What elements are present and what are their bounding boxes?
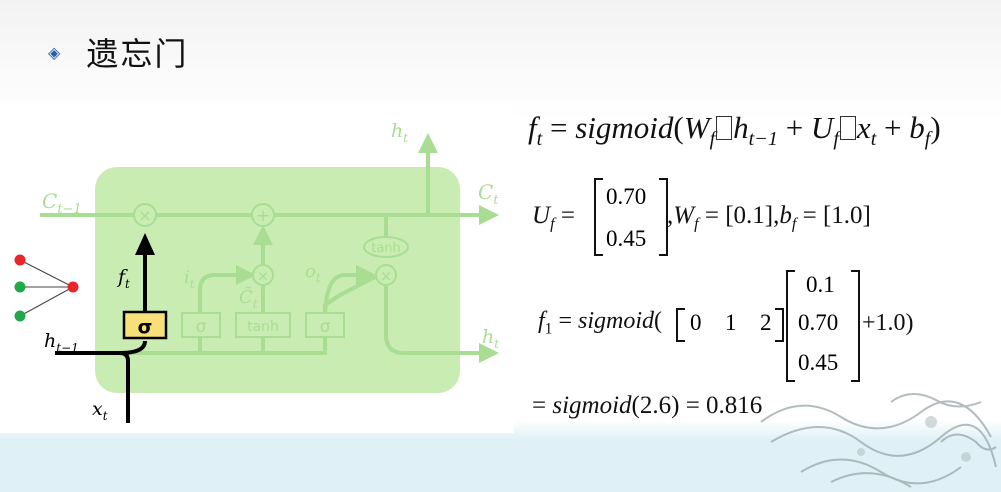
neuron-red-top: [14, 254, 26, 266]
missing-glyph-box: [839, 116, 856, 140]
slide-title: 遗忘门: [86, 35, 189, 73]
neuron-edge-1: [19, 259, 74, 288]
lstm-diagram-svg: × + × × tanh σ tanh σ σ Ct−1 Ct ht ht ft…: [14, 120, 499, 423]
neuron-red-output: [67, 281, 79, 293]
equation-w-b-values: ,Wf = [0.1],bf = [1.0]: [667, 202, 871, 233]
output-sigma-label: σ: [320, 317, 331, 337]
label-h-top: ht: [391, 120, 408, 145]
input-sigma-label: σ: [196, 317, 207, 337]
forget-multiply-symbol: ×: [138, 206, 151, 225]
neuron-edge-3: [19, 286, 74, 317]
output-multiply-symbol: ×: [380, 267, 393, 285]
slide-title-row: ◈ 遗忘门: [48, 30, 188, 74]
label-c-next: Ct: [478, 180, 499, 208]
label-c-prev: Ct−1: [42, 189, 82, 217]
label-h-prev: ht−1: [44, 330, 79, 355]
add-symbol: +: [256, 206, 270, 226]
neuron-green-bottom: [14, 310, 26, 322]
u-value-1: 0.70: [606, 184, 647, 209]
col-value-1: 0.1: [806, 272, 835, 297]
row-value-2: 1: [725, 310, 737, 335]
lstm-diagram: × + × × tanh σ tanh σ σ Ct−1 Ct ht ht ft…: [0, 105, 514, 433]
forget-sigma-label: σ: [138, 316, 153, 338]
input-multiply-symbol: ×: [257, 267, 270, 285]
missing-glyph-box: [716, 116, 733, 140]
u-value-2: 0.45: [606, 226, 647, 251]
dragon-decoration-icon: [760, 393, 997, 488]
equation-forget-gate: ft = sigmoid(Wf ht−1 + Uf xt + bf): [528, 110, 941, 151]
equation-u-label: Uf =: [532, 202, 575, 233]
tanh-layer-label: tanh: [247, 319, 279, 335]
col-value-2: 0.70: [798, 310, 839, 335]
equation-f1-prefix: f1 = sigmoid(: [538, 308, 663, 338]
equation-result: = sigmoid(2.6) = 0.816: [532, 392, 763, 419]
tanh-op-label: tanh: [371, 241, 401, 256]
row-value-1: 0: [690, 310, 702, 335]
equation-f1-tail: +1.0): [862, 310, 914, 336]
neuron-green-mid: [14, 281, 26, 293]
label-h-right: ht: [482, 326, 499, 351]
lstm-cell-box: [95, 167, 460, 393]
row-value-3: 2: [760, 310, 772, 335]
diamond-bullet-icon: ◈: [48, 42, 61, 62]
label-x: xt: [92, 398, 108, 423]
col-value-3: 0.45: [798, 350, 839, 375]
